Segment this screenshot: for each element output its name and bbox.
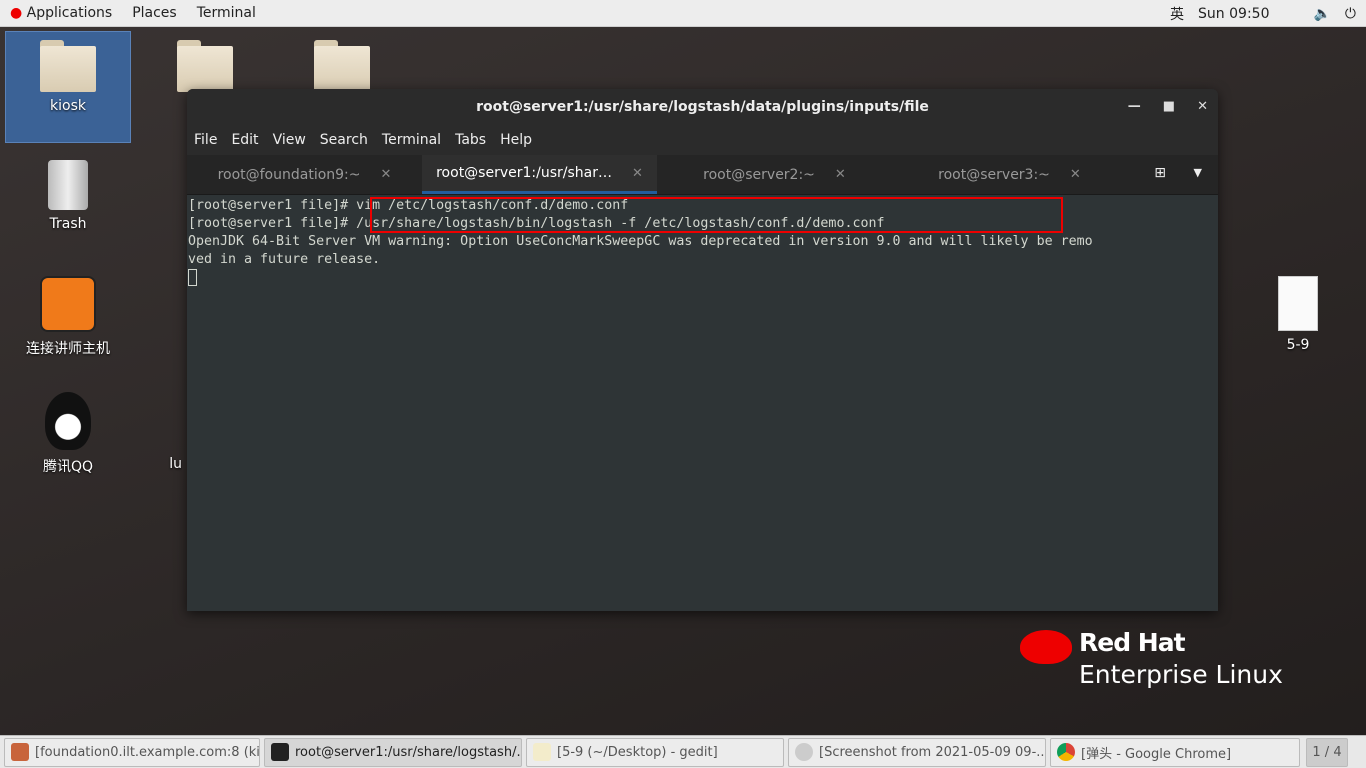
terminal-line: OpenJDK 64-Bit Server VM warning: Option… bbox=[188, 234, 1093, 249]
menu-search[interactable]: Search bbox=[313, 132, 375, 148]
tab-label: root@server2:~ bbox=[703, 166, 815, 183]
new-tab-icon[interactable]: ⊞ bbox=[1154, 165, 1166, 181]
volume-icon[interactable]: 🔈 bbox=[1313, 6, 1330, 22]
redhat-hat-icon bbox=[1020, 630, 1072, 664]
workspace-switcher[interactable]: 1 / 4 bbox=[1306, 737, 1348, 767]
icon-label: Trash bbox=[49, 216, 87, 232]
terminal-output[interactable]: [root@server1 file]# vim /etc/logstash/c… bbox=[187, 195, 1218, 611]
applications-label: Applications bbox=[26, 5, 113, 21]
menu-file[interactable]: File bbox=[187, 132, 224, 148]
close-tab-icon[interactable]: ✕ bbox=[381, 167, 392, 182]
task-label: [foundation0.ilt.example.com:8 (kio... bbox=[35, 744, 260, 760]
menu-bar: File Edit View Search Terminal Tabs Help bbox=[187, 125, 1218, 155]
taskbar-item-screenshot[interactable]: [Screenshot from 2021-05-09 09-... bbox=[788, 737, 1046, 767]
desktop-icon-qq[interactable]: 腾讯QQ bbox=[5, 392, 131, 476]
desktop-icon-trash[interactable]: Trash bbox=[5, 160, 131, 232]
trash-icon bbox=[48, 160, 88, 210]
folder-icon bbox=[177, 40, 233, 92]
terminal-cursor bbox=[188, 269, 197, 286]
task-label: [弹头 - Google Chrome] bbox=[1081, 746, 1232, 762]
tiger-icon bbox=[40, 276, 96, 332]
folder-icon bbox=[314, 40, 370, 92]
chrome-icon bbox=[1057, 743, 1075, 761]
close-tab-icon[interactable]: ✕ bbox=[632, 166, 643, 181]
icon-label: 腾讯QQ bbox=[42, 459, 94, 475]
tab-bar: root@foundation9:~ ✕ root@server1:/usr/sh… bbox=[187, 155, 1218, 195]
close-tab-icon[interactable]: ✕ bbox=[835, 167, 846, 182]
tab-menu-chevron-down-icon[interactable]: ▼ bbox=[1194, 166, 1202, 179]
taskbar-item-gedit[interactable]: [5-9 (~/Desktop) - gedit] bbox=[526, 737, 784, 767]
terminal-icon bbox=[271, 743, 289, 761]
clock[interactable]: Sun 09:50 bbox=[1198, 6, 1269, 22]
tab-foundation9[interactable]: root@foundation9:~ ✕ bbox=[187, 155, 422, 194]
taskbar: [foundation0.ilt.example.com:8 (kio... r… bbox=[0, 735, 1366, 768]
qq-penguin-icon bbox=[45, 392, 91, 450]
menu-edit[interactable]: Edit bbox=[224, 132, 265, 148]
vm-viewer-icon bbox=[11, 743, 29, 761]
text-file-icon bbox=[1278, 276, 1318, 331]
icon-label: lu bbox=[169, 456, 182, 472]
highlight-box bbox=[370, 197, 1063, 233]
tab-label: root@server3:~ bbox=[938, 166, 1050, 183]
window-titlebar[interactable]: root@server1:/usr/share/logstash/data/pl… bbox=[187, 89, 1218, 125]
tab-label: root@server1:/usr/shar… bbox=[436, 165, 612, 181]
redhat-icon: ● bbox=[10, 5, 23, 21]
icon-label: 连接讲师主机 bbox=[26, 341, 110, 357]
applications-menu[interactable]: ● Applications bbox=[0, 5, 122, 21]
close-tab-icon[interactable]: ✕ bbox=[1070, 167, 1081, 182]
input-method[interactable]: 英 bbox=[1170, 4, 1184, 24]
desktop-icon-kiosk[interactable]: kiosk bbox=[5, 31, 131, 143]
taskbar-item-chrome[interactable]: [弹头 - Google Chrome] bbox=[1050, 737, 1300, 767]
places-menu[interactable]: Places bbox=[122, 5, 187, 21]
home-folder-icon bbox=[40, 40, 96, 92]
desktop-icon-5-9[interactable]: 5-9 bbox=[1235, 276, 1361, 353]
taskbar-item-foundation[interactable]: [foundation0.ilt.example.com:8 (kio... bbox=[4, 737, 260, 767]
desktop-icon-remote[interactable]: 连接讲师主机 bbox=[5, 276, 131, 358]
terminal-menu[interactable]: Terminal bbox=[187, 5, 266, 21]
tab-label: root@foundation9:~ bbox=[217, 166, 361, 183]
menu-help[interactable]: Help bbox=[493, 132, 539, 148]
brand-line2: Enterprise Linux bbox=[1079, 660, 1283, 689]
taskbar-item-terminal[interactable]: root@server1:/usr/share/logstash/... bbox=[264, 737, 522, 767]
window-title: root@server1:/usr/share/logstash/data/pl… bbox=[476, 99, 929, 115]
desktop-folder-lu[interactable]: lu bbox=[142, 396, 182, 472]
task-label: root@server1:/usr/share/logstash/... bbox=[295, 744, 522, 760]
screenshot-icon bbox=[795, 743, 813, 761]
gedit-icon bbox=[533, 743, 551, 761]
icon-label: kiosk bbox=[50, 98, 86, 114]
menu-terminal[interactable]: Terminal bbox=[375, 132, 448, 148]
tab-server1[interactable]: root@server1:/usr/shar… ✕ bbox=[422, 155, 657, 194]
tab-server2[interactable]: root@server2:~ ✕ bbox=[657, 155, 892, 194]
top-bar: ● Applications Places Terminal 英 Sun 09:… bbox=[0, 0, 1366, 27]
terminal-window: root@server1:/usr/share/logstash/data/pl… bbox=[187, 89, 1218, 611]
icon-label: 5-9 bbox=[1286, 337, 1310, 353]
maximize-button[interactable]: ■ bbox=[1163, 89, 1175, 125]
tab-server3[interactable]: root@server3:~ ✕ bbox=[892, 155, 1127, 194]
power-icon[interactable]: ⏻ bbox=[1345, 6, 1356, 22]
terminal-line: ved in a future release. bbox=[188, 252, 381, 267]
minimize-button[interactable]: — bbox=[1128, 89, 1141, 125]
menu-view[interactable]: View bbox=[266, 132, 313, 148]
brand-line1: Red Hat bbox=[1079, 628, 1186, 657]
close-button[interactable]: ✕ bbox=[1197, 89, 1208, 125]
menu-tabs[interactable]: Tabs bbox=[448, 132, 493, 148]
task-label: [Screenshot from 2021-05-09 09-... bbox=[819, 744, 1046, 760]
task-label: [5-9 (~/Desktop) - gedit] bbox=[557, 744, 718, 760]
